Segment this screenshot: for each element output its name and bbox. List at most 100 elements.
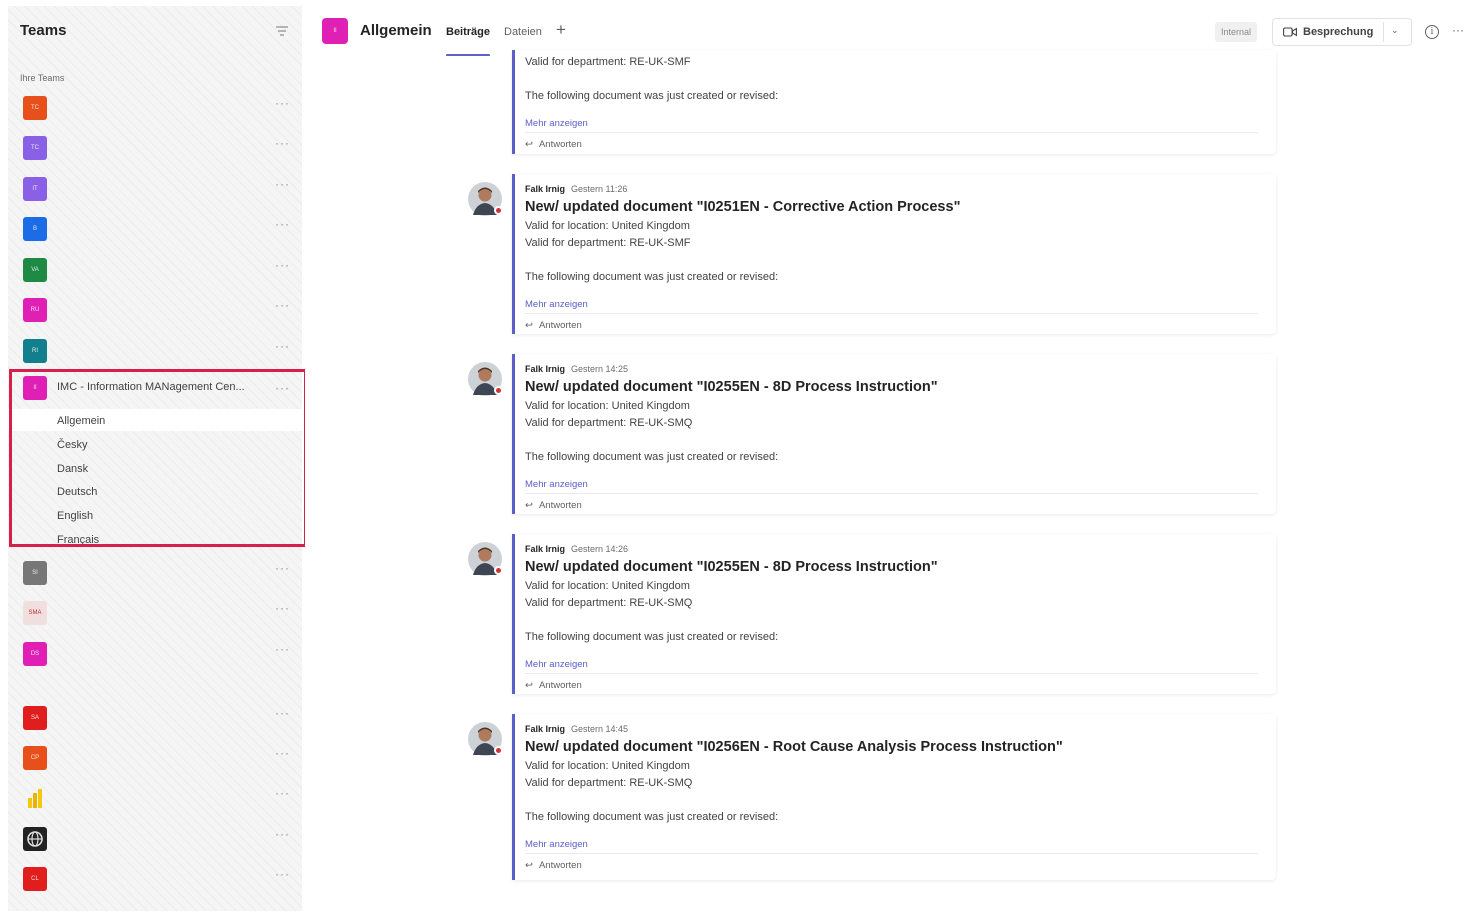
team-item[interactable]: TC ··· <box>8 89 302 123</box>
post-card: Falk Irnig Gestern 14:45 New/ updated doc… <box>512 714 1276 880</box>
meeting-button[interactable]: Besprechung ⌄ <box>1272 18 1412 46</box>
filter-icon[interactable] <box>274 24 290 38</box>
channel-dansk[interactable]: Dansk <box>57 463 88 475</box>
team-avatar: SMA <box>23 601 47 625</box>
tab-posts[interactable]: Beiträge <box>446 26 490 38</box>
team-item[interactable]: TC ··· <box>8 129 302 163</box>
team-item[interactable]: CP ··· <box>8 739 302 773</box>
show-more-link[interactable]: Mehr anzeigen <box>525 659 588 670</box>
channel-cesky[interactable]: Česky <box>57 439 88 451</box>
team-more-options[interactable]: ··· <box>275 136 290 150</box>
team-more-options[interactable]: ··· <box>275 561 290 575</box>
team-item[interactable]: VA ··· <box>8 251 302 285</box>
channel-english[interactable]: English <box>57 510 93 522</box>
team-item[interactable]: SI ··· <box>8 554 302 588</box>
post-card: Falk Irnig Gestern 14:26 New/ updated doc… <box>512 534 1276 694</box>
author-avatar[interactable] <box>468 542 503 576</box>
chevron-down-icon[interactable]: ⌄ <box>1391 25 1399 36</box>
team-more-options[interactable]: ··· <box>275 827 290 841</box>
post-timestamp: Gestern 11:26 <box>571 184 628 194</box>
presence-busy-icon <box>494 206 503 215</box>
video-camera-icon <box>1283 27 1297 37</box>
team-more-options[interactable]: ··· <box>275 339 290 353</box>
active-channel-highlight <box>8 409 302 431</box>
team-item[interactable]: IT ··· <box>8 170 302 204</box>
add-tab-icon[interactable]: + <box>556 20 566 40</box>
reply-label: Antworten <box>538 139 582 150</box>
post-timestamp: Gestern 14:45 <box>571 724 629 734</box>
team-avatar: VA <box>23 258 47 282</box>
team-item[interactable]: RU ··· <box>8 291 302 325</box>
team-more-options[interactable]: ··· <box>275 258 290 272</box>
presence-busy-icon <box>494 386 503 395</box>
post-author[interactable]: Falk Irnig <box>525 724 565 734</box>
post-department: Valid for department: RE-UK-SMF <box>525 56 691 68</box>
post-meta: Falk Irnig Gestern 14:26 <box>525 544 628 554</box>
team-item[interactable]: SA ··· <box>8 699 302 733</box>
selected-team-header[interactable]: II IMC - Information MANagement Cen... ·… <box>8 370 302 406</box>
author-avatar[interactable] <box>468 722 503 756</box>
team-more-options[interactable]: ··· <box>275 706 290 720</box>
bar-chart-icon <box>23 786 47 810</box>
team-avatar: CL <box>23 867 47 891</box>
channel-header: II Allgemein Beiträge Dateien + Internal… <box>305 6 1466 57</box>
team-more-options[interactable]: ··· <box>275 298 290 312</box>
team-avatar: RI <box>23 339 47 363</box>
reply-button[interactable]: ↩ Antworten <box>525 680 582 691</box>
channel-deutsch[interactable]: Deutsch <box>57 486 97 498</box>
reply-label: Antworten <box>538 860 582 871</box>
post-title: New/ updated document "I0255EN - 8D Proc… <box>525 559 938 575</box>
team-avatar: RU <box>23 298 47 322</box>
team-item[interactable]: SMA ··· <box>8 594 302 628</box>
team-avatar: DS <box>23 642 47 666</box>
more-options-icon[interactable]: ··· <box>1452 23 1464 37</box>
show-more-link[interactable]: Mehr anzeigen <box>525 299 588 310</box>
post-title: New/ updated document "I0251EN - Correct… <box>525 199 961 215</box>
team-more-options[interactable]: ··· <box>275 96 290 110</box>
team-avatar: SI <box>23 561 47 585</box>
tab-files[interactable]: Dateien <box>504 26 542 38</box>
post-author[interactable]: Falk Irnig <box>525 184 565 194</box>
team-more-options[interactable]: ··· <box>275 786 290 800</box>
author-avatar[interactable] <box>468 362 503 396</box>
sensitivity-badge: Internal <box>1215 22 1258 42</box>
channel-allgemein[interactable]: Allgemein <box>57 415 105 427</box>
post-body: The following document was just created … <box>525 631 779 643</box>
channel-francais[interactable]: Français <box>57 534 99 546</box>
reply-label: Antworten <box>538 320 582 331</box>
sidebar-title: Teams <box>20 22 67 39</box>
info-icon[interactable]: i <box>1425 25 1439 39</box>
team-more-options[interactable]: ··· <box>275 867 290 881</box>
reply-button[interactable]: ↩ Antworten <box>525 139 582 150</box>
show-more-link[interactable]: Mehr anzeigen <box>525 839 588 850</box>
reply-button[interactable]: ↩ Antworten <box>525 860 582 871</box>
team-more-options[interactable]: ··· <box>275 642 290 656</box>
post-card: Valid for department: RE-UK-SMF The foll… <box>512 50 1276 154</box>
post-separator <box>525 313 1258 314</box>
post-meta: Falk Irnig Gestern 14:45 <box>525 724 628 734</box>
post-author[interactable]: Falk Irnig <box>525 544 565 554</box>
author-avatar[interactable] <box>468 182 503 216</box>
show-more-link[interactable]: Mehr anzeigen <box>525 118 588 129</box>
reply-button[interactable]: ↩ Antworten <box>525 500 582 511</box>
team-more-options[interactable]: ··· <box>275 381 290 395</box>
team-item[interactable]: RI ··· <box>8 332 302 366</box>
team-item[interactable]: ··· <box>8 779 302 813</box>
reply-button[interactable]: ↩ Antworten <box>525 320 582 331</box>
reply-label: Antworten <box>538 500 582 511</box>
team-item[interactable]: DS ··· <box>8 635 302 669</box>
post-location: Valid for location: United Kingdom <box>525 400 690 412</box>
team-more-options[interactable]: ··· <box>275 746 290 760</box>
team-avatar: II <box>23 376 47 400</box>
post-department: Valid for department: RE-UK-SMF <box>525 237 691 249</box>
team-more-options[interactable]: ··· <box>275 177 290 191</box>
your-teams-label: Ihre Teams <box>20 73 65 83</box>
sidebar-header: Teams <box>20 22 290 44</box>
team-item[interactable]: B ··· <box>8 210 302 244</box>
team-item[interactable]: CL ··· <box>8 860 302 894</box>
team-more-options[interactable]: ··· <box>275 217 290 231</box>
team-more-options[interactable]: ··· <box>275 601 290 615</box>
team-item[interactable]: ··· <box>8 820 302 854</box>
show-more-link[interactable]: Mehr anzeigen <box>525 479 588 490</box>
post-author[interactable]: Falk Irnig <box>525 364 565 374</box>
